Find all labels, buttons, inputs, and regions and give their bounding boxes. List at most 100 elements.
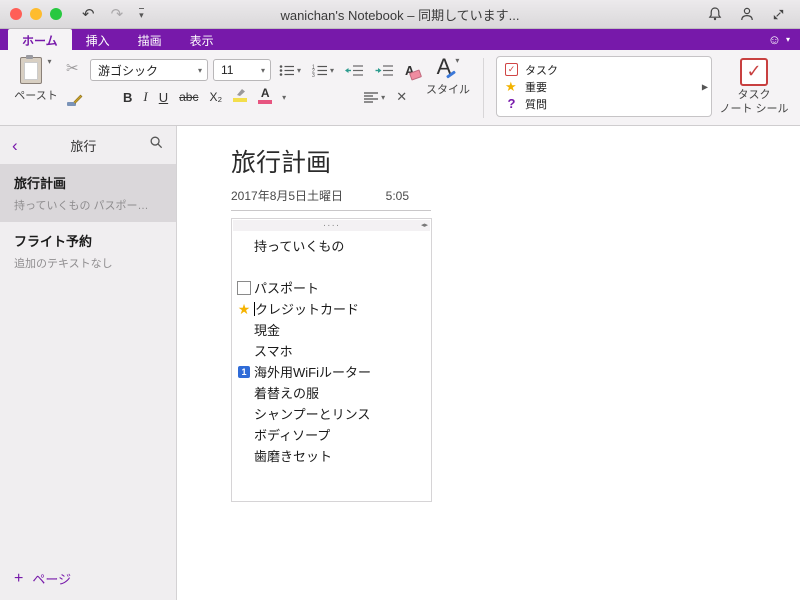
highlighter-icon bbox=[233, 87, 247, 97]
page-sidebar: ‹ 旅行 旅行計画持っていくもの パスポー…フライト予約追加のテキストなし + … bbox=[0, 126, 177, 600]
underline-button[interactable]: U bbox=[156, 87, 171, 107]
undo-icon[interactable]: ↶ bbox=[82, 5, 95, 23]
outline-row[interactable]: ★クレジットカード bbox=[232, 298, 431, 319]
quick-access-toolbar: ↶ ↷ ▾ bbox=[82, 5, 144, 23]
outline-row[interactable]: パスポート bbox=[232, 277, 431, 298]
titlebar: ↶ ↷ ▾ wanichan's Notebook – 同期しています... bbox=[0, 0, 800, 29]
format-painter-icon[interactable] bbox=[66, 93, 84, 113]
chevron-down-icon[interactable]: ▾ bbox=[282, 93, 286, 102]
page-item-preview: 持っていくもの パスポー… bbox=[14, 197, 162, 213]
minimize-window-button[interactable] bbox=[30, 8, 42, 20]
feedback-smiley-button[interactable]: ☺ ▾ bbox=[768, 29, 790, 50]
font-color-icon: A bbox=[261, 87, 270, 99]
window-controls bbox=[0, 8, 62, 20]
outline-row[interactable]: ボディソープ bbox=[232, 424, 431, 445]
paste-button[interactable]: ▾ ペースト bbox=[10, 53, 62, 123]
outline-row[interactable] bbox=[232, 256, 431, 277]
outline-text: 持っていくもの bbox=[254, 236, 344, 255]
font-row-2: B I U abc X₂ A ▾ ▾ ✕ bbox=[120, 87, 417, 107]
outline-move-handle[interactable]: ···· ◂▸ bbox=[233, 220, 430, 231]
delete-button[interactable]: ✕ bbox=[393, 87, 410, 107]
ribbon-separator bbox=[483, 58, 484, 118]
outline-text: スマホ bbox=[254, 341, 293, 360]
task-seal-label: タスク ノート シール bbox=[719, 89, 788, 117]
outline-tag-cell[interactable] bbox=[234, 281, 254, 295]
highlight-color-swatch bbox=[233, 98, 247, 102]
page-list-item[interactable]: フライト予約追加のテキストなし bbox=[0, 222, 176, 280]
cut-scissors-icon[interactable]: ✂ bbox=[66, 61, 84, 76]
page-list-item[interactable]: 旅行計画持っていくもの パスポー… bbox=[0, 164, 176, 222]
outline-row[interactable]: スマホ bbox=[232, 340, 431, 361]
tab-描画[interactable]: 描画 bbox=[124, 29, 176, 50]
font-size-select[interactable]: 11 ▾ bbox=[213, 59, 271, 81]
redo-icon[interactable]: ↷ bbox=[111, 5, 124, 23]
smiley-icon: ☺ bbox=[768, 32, 781, 47]
outline-text: 歯磨きセット bbox=[254, 446, 332, 465]
decrease-indent-button[interactable] bbox=[342, 60, 367, 80]
add-page-button[interactable]: + ページ bbox=[0, 557, 176, 600]
resize-arrows-icon[interactable]: ◂▸ bbox=[421, 221, 428, 229]
outline-row[interactable]: シャンプーとリンス bbox=[232, 403, 431, 424]
onenote-window: ↶ ↷ ▾ wanichan's Notebook – 同期しています... ホ… bbox=[0, 0, 800, 600]
fullscreen-expand-icon[interactable] bbox=[771, 7, 786, 22]
clear-formatting-button[interactable]: A bbox=[402, 60, 417, 80]
chevron-down-icon[interactable]: ▾ bbox=[47, 57, 51, 66]
add-page-label: ページ bbox=[32, 569, 71, 588]
toolbar-dropdown-icon[interactable]: ▾ bbox=[139, 8, 144, 21]
outline-row[interactable]: 1海外用WiFiルーター bbox=[232, 361, 431, 382]
note-outline-container[interactable]: ···· ◂▸ 持っていくものパスポート★クレジットカード現金スマホ1海外用Wi… bbox=[231, 218, 432, 502]
outline-row[interactable]: 歯磨きセット bbox=[232, 445, 431, 466]
chevron-down-icon: ▾ bbox=[297, 66, 301, 75]
tag-item-重要[interactable]: ★重要 bbox=[505, 78, 697, 95]
paragraph-alignment-button[interactable]: ▾ bbox=[361, 87, 388, 107]
page-canvas[interactable]: 旅行計画 2017年8月5日土曜日 5:05 ···· ◂▸ 持っていくものパス… bbox=[177, 126, 800, 600]
tab-ホーム[interactable]: ホーム bbox=[8, 29, 72, 50]
share-person-icon[interactable] bbox=[739, 6, 755, 22]
outline-text: クレジットカード bbox=[255, 299, 359, 318]
subscript-button[interactable]: X₂ bbox=[206, 87, 225, 107]
numbered-list-button[interactable]: 123 ▾ bbox=[309, 60, 337, 80]
bold-button[interactable]: B bbox=[120, 87, 135, 107]
font-group: 游ゴシック ▾ 11 ▾ ▾ 123 ▾ bbox=[90, 53, 417, 123]
tag-item-質問[interactable]: ?質問 bbox=[505, 95, 697, 112]
tag-gallery-expander[interactable]: ▶ bbox=[702, 82, 708, 91]
bullet-list-button[interactable]: ▾ bbox=[276, 60, 304, 80]
highlight-color-button[interactable] bbox=[230, 87, 250, 107]
zoom-window-button[interactable] bbox=[50, 8, 62, 20]
tag-item-label: タスク bbox=[525, 62, 558, 78]
font-color-button[interactable]: A bbox=[255, 87, 275, 107]
outline-tag-cell[interactable]: ★ bbox=[234, 302, 254, 316]
outline-text: シャンプーとリンス bbox=[254, 404, 370, 423]
page-date[interactable]: 2017年8月5日土曜日 bbox=[231, 187, 343, 204]
styles-label: スタイル bbox=[426, 81, 470, 97]
outline-row[interactable]: 着替えの服 bbox=[232, 382, 431, 403]
outline-row[interactable]: 現金 bbox=[232, 319, 431, 340]
tag-item-タスク[interactable]: ✓ タスク bbox=[505, 61, 697, 78]
outdent-icon bbox=[345, 64, 364, 77]
notifications-bell-icon[interactable] bbox=[707, 6, 723, 22]
page-time[interactable]: 5:05 bbox=[386, 189, 409, 203]
strikethrough-button[interactable]: abc bbox=[176, 87, 201, 107]
clipboard-group: ✂ bbox=[62, 53, 90, 123]
tab-挿入[interactable]: 挿入 bbox=[72, 29, 124, 50]
search-icon[interactable] bbox=[149, 135, 164, 155]
outline-tag-cell[interactable]: 1 bbox=[234, 366, 254, 378]
font-name-select[interactable]: 游ゴシック ▾ bbox=[90, 59, 208, 81]
page-title[interactable]: 旅行計画 bbox=[231, 148, 800, 178]
tag-gallery: ✓ タスク★重要?質問 bbox=[505, 61, 697, 112]
close-window-button[interactable] bbox=[10, 8, 22, 20]
todo-checkbox-icon[interactable] bbox=[237, 281, 251, 295]
task-note-seal-button[interactable]: ✓ タスク ノート シール bbox=[716, 53, 792, 123]
italic-button[interactable]: I bbox=[140, 87, 150, 107]
ribbon-tab-bar: ホーム挿入描画表示 ☺ ▾ bbox=[0, 29, 800, 50]
increase-indent-button[interactable] bbox=[372, 60, 397, 80]
styles-button[interactable]: A ▾ スタイル bbox=[421, 53, 475, 123]
bullet-list-icon bbox=[279, 64, 295, 77]
outline-rows: 持っていくものパスポート★クレジットカード現金スマホ1海外用WiFiルーター着替… bbox=[232, 231, 431, 466]
task-checkbox-icon: ✓ bbox=[505, 63, 518, 76]
section-title: 旅行 bbox=[18, 136, 149, 155]
plus-icon: + bbox=[14, 571, 23, 587]
outline-row[interactable]: 持っていくもの bbox=[232, 235, 431, 256]
tab-表示[interactable]: 表示 bbox=[176, 29, 228, 50]
tag-item-label: 質問 bbox=[525, 96, 547, 112]
